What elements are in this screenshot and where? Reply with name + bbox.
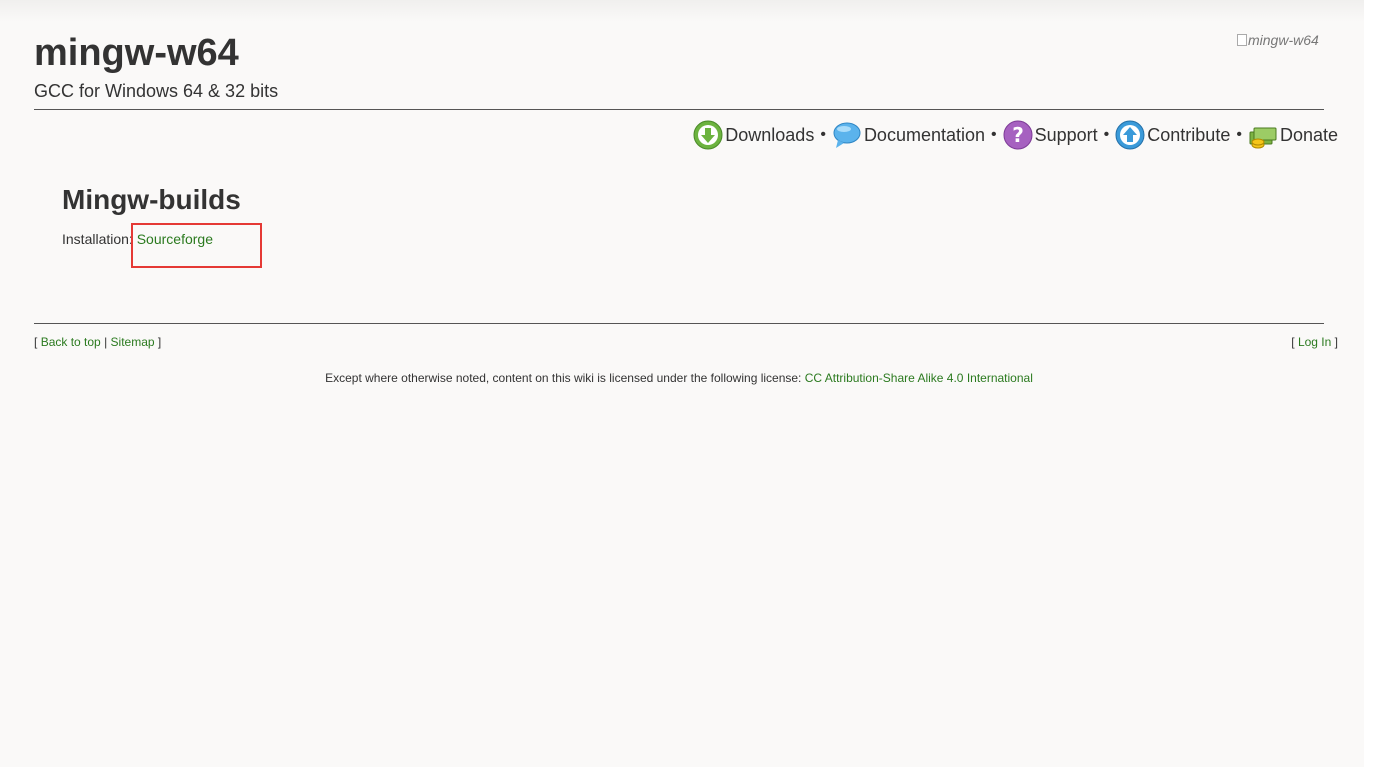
broken-image-icon: [1237, 34, 1247, 46]
license-notice: Except where otherwise noted, content on…: [0, 371, 1358, 385]
license-link[interactable]: CC Attribution-Share Alike 4.0 Internati…: [805, 371, 1033, 385]
question-icon: ?: [1003, 120, 1033, 150]
nav-downloads-label: Downloads: [725, 124, 815, 145]
nav-contribute-label: Contribute: [1147, 124, 1231, 145]
nav-contribute[interactable]: Contribute: [1115, 120, 1230, 150]
log-in-link[interactable]: Log In: [1298, 335, 1331, 349]
site-title[interactable]: mingw-w64: [34, 30, 239, 76]
nav-downloads[interactable]: Downloads: [693, 120, 814, 150]
pipe-separator: |: [104, 335, 108, 349]
bracket-open: [: [1291, 335, 1295, 349]
license-text: Except where otherwise noted, content on…: [325, 371, 802, 385]
nav-separator: •: [991, 126, 997, 143]
nav-support[interactable]: ? Support: [1003, 120, 1098, 150]
nav-separator: •: [1236, 126, 1242, 143]
sitemap-link[interactable]: Sitemap: [111, 335, 155, 349]
main-nav: Downloads • Documentation • ? Support • …: [693, 120, 1338, 150]
logo-alt-text: mingw-w64: [1248, 32, 1319, 48]
download-arrow-icon: [693, 120, 723, 150]
footer-left-links: [ Back to top | Sitemap ]: [34, 335, 161, 349]
footer-right-links: [ Log In ]: [1291, 335, 1338, 349]
top-shadow: [0, 0, 1364, 22]
installation-label: Installation:: [62, 231, 133, 247]
svg-text:?: ?: [1012, 123, 1024, 147]
site-subtitle: GCC for Windows 64 & 32 bits: [34, 81, 279, 101]
nav-donate[interactable]: Donate: [1248, 120, 1338, 150]
nav-separator: •: [1103, 126, 1110, 143]
money-icon: [1249, 127, 1277, 149]
logo-image[interactable]: mingw-w64: [1237, 32, 1319, 48]
back-to-top-link[interactable]: Back to top: [41, 335, 101, 349]
bracket-close: ]: [1334, 335, 1338, 349]
nav-documentation[interactable]: Documentation: [832, 120, 985, 150]
bracket-open: [: [34, 335, 38, 349]
page-heading: Mingw-builds: [62, 184, 241, 215]
nav-donate-label: Donate: [1279, 124, 1338, 145]
bracket-close: ]: [157, 335, 162, 349]
scrollbar[interactable]: [1364, 0, 1378, 767]
highlight-box: [131, 223, 262, 268]
speech-bubble-icon: [833, 122, 861, 148]
nav-separator: •: [820, 126, 826, 143]
footer-divider: [34, 323, 1324, 324]
nav-support-label: Support: [1034, 124, 1098, 145]
header-divider: [34, 109, 1324, 110]
upload-arrow-icon: [1115, 120, 1145, 150]
nav-documentation-label: Documentation: [863, 124, 986, 145]
